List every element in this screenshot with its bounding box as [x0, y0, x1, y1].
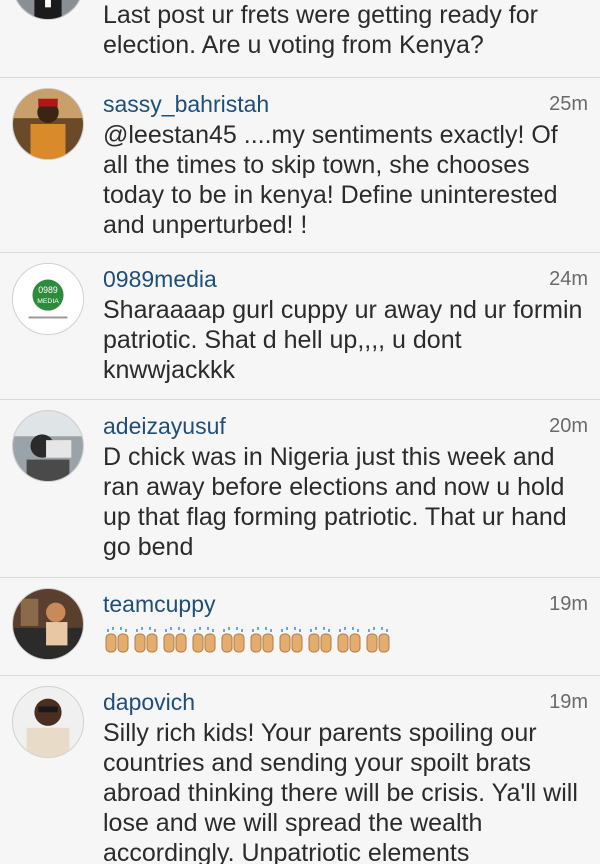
profile-photo-icon — [13, 89, 83, 159]
comment-timestamp: 24m — [549, 268, 588, 290]
comment-item: 0989 MEDIA 0989media 24m Sharaaaap gurl … — [0, 253, 600, 400]
comment-username[interactable]: 0989media — [103, 266, 217, 293]
comment-text: Silly rich kids! Your parents spoiling o… — [103, 719, 578, 864]
comment-item: teamcuppy 19m 🙌🙌🙌🙌🙌🙌🙌🙌🙌🙌 — [0, 578, 600, 676]
comment-text: Sharaaaap gurl cuppy ur away nd ur formi… — [103, 296, 583, 384]
comment-item: sassy_bahristah 25m @leestan45 ....my se… — [0, 78, 600, 253]
profile-photo-icon — [13, 687, 83, 757]
avatar[interactable] — [12, 0, 84, 20]
avatar[interactable] — [12, 588, 84, 660]
comment-username[interactable]: sassy_bahristah — [103, 91, 269, 118]
raised-hands-emoji: 🙌 — [163, 627, 187, 653]
raised-hands-emoji: 🙌 — [221, 627, 245, 653]
comment-item: Last post ur frets were getting ready fo… — [0, 0, 600, 78]
avatar[interactable] — [12, 88, 84, 160]
comment-timestamp: 19m — [549, 691, 588, 713]
comment-timestamp: 19m — [549, 593, 588, 615]
comment-text: D chick was in Nigeria just this week an… — [103, 443, 567, 561]
profile-photo-icon — [13, 589, 83, 659]
svg-text:0989: 0989 — [38, 285, 58, 295]
raised-hands-emoji: 🙌 — [192, 627, 216, 653]
raised-hands-emoji: 🙌 — [105, 627, 129, 653]
raised-hands-emoji: 🙌 — [337, 627, 361, 653]
comment-username[interactable]: adeizayusuf — [103, 413, 226, 440]
comment-text: @leestan45 ....my sentiments exactly! Of… — [103, 121, 558, 239]
profile-photo-icon — [13, 411, 83, 481]
raised-hands-emoji: 🙌 — [366, 627, 390, 653]
svg-text:MEDIA: MEDIA — [37, 298, 59, 305]
comment-text: Last post ur frets were getting ready fo… — [103, 1, 538, 59]
avatar[interactable] — [12, 410, 84, 482]
media-logo-icon: 0989 MEDIA — [13, 264, 83, 334]
comment-item: adeizayusuf 20m D chick was in Nigeria j… — [0, 400, 600, 578]
avatar[interactable]: 0989 MEDIA — [12, 263, 84, 335]
raised-hands-emoji: 🙌 — [134, 627, 158, 653]
comment-username[interactable]: teamcuppy — [103, 591, 216, 618]
comment-username[interactable]: dapovich — [103, 689, 195, 716]
comment-item: dapovich 19m Silly rich kids! Your paren… — [0, 676, 600, 864]
avatar[interactable] — [12, 686, 84, 758]
raised-hands-emoji: 🙌 — [250, 627, 274, 653]
comment-timestamp: 20m — [549, 415, 588, 437]
comment-timestamp: 25m — [549, 93, 588, 115]
profile-photo-icon — [13, 0, 83, 19]
emoji-row: 🙌🙌🙌🙌🙌🙌🙌🙌🙌🙌 — [103, 623, 392, 655]
raised-hands-emoji: 🙌 — [279, 627, 303, 653]
comment-feed: Last post ur frets were getting ready fo… — [0, 0, 600, 864]
raised-hands-emoji: 🙌 — [308, 627, 332, 653]
